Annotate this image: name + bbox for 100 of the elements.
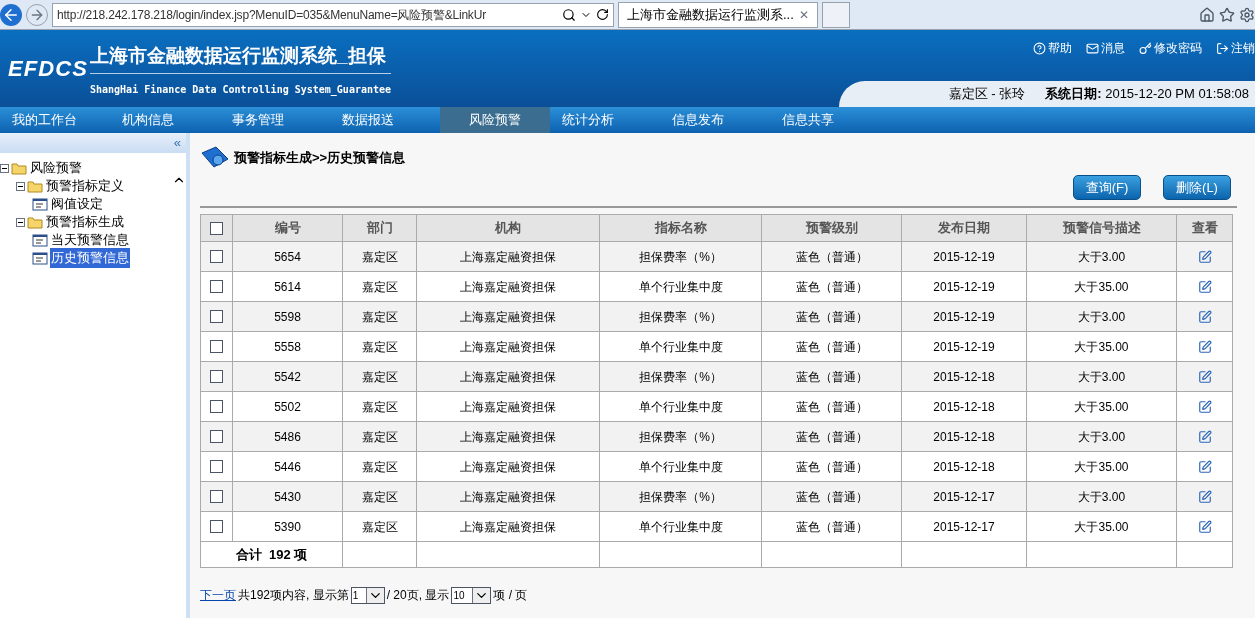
table-cell: 嘉定区 <box>342 421 417 452</box>
table-cell: 2015-12-19 <box>901 241 1027 272</box>
tree-item[interactable]: 阀值设定 <box>50 194 104 214</box>
breadcrumb: 预警指标生成>>历史预警信息 <box>234 149 406 168</box>
page-size-select[interactable]: 10 <box>451 586 492 604</box>
nav-tab[interactable]: 事务管理 <box>220 107 330 133</box>
table-cell: 5598 <box>232 301 343 332</box>
tree-item[interactable]: 预警指标生成 <box>45 212 125 232</box>
table-cell: 蓝色（普通） <box>761 361 902 392</box>
table-cell: 2015-12-18 <box>901 391 1027 422</box>
edit-icon[interactable] <box>1197 520 1212 535</box>
tree-toggle-icon[interactable] <box>16 217 25 227</box>
nav-tab[interactable]: 统计分析 <box>550 107 660 133</box>
address-bar[interactable]: http://218.242.178.218/login/index.jsp?MenuID=035&MenuName=风险预警&LinkUr <box>52 2 614 27</box>
nav-tab[interactable]: 机构信息 <box>110 107 220 133</box>
edit-icon[interactable] <box>1197 490 1212 505</box>
header-link[interactable]: 注销 <box>1216 39 1255 57</box>
table-cell: 上海嘉定融资担保 <box>416 511 600 542</box>
edit-icon[interactable] <box>1197 280 1212 295</box>
table-cell: 嘉定区 <box>342 301 417 332</box>
table-cell: 上海嘉定融资担保 <box>416 271 600 302</box>
user-label: 嘉定区 - 张玲 <box>948 85 1026 104</box>
tree-item[interactable]: 预警指标定义 <box>45 176 125 196</box>
action-button[interactable]: 删除(L) <box>1163 175 1231 200</box>
next-page-link[interactable]: 下一页 <box>200 586 236 604</box>
tree-item[interactable]: 历史预警信息 <box>50 248 130 268</box>
table-cell: 嘉定区 <box>342 331 417 362</box>
system-title: 上海市金融数据运行监测系统_担保 <box>90 42 392 74</box>
back-icon[interactable] <box>0 3 22 26</box>
edit-icon[interactable] <box>1197 310 1212 325</box>
checkbox[interactable] <box>210 490 223 503</box>
search-icon[interactable] <box>562 7 576 22</box>
edit-icon[interactable] <box>1197 340 1212 355</box>
tree-item[interactable]: 当天预警信息 <box>50 230 130 250</box>
table-cell: 担保费率（%） <box>599 241 762 272</box>
checkbox[interactable] <box>210 460 223 473</box>
table-cell: 嘉定区 <box>342 481 417 512</box>
close-icon[interactable]: ✕ <box>799 5 809 24</box>
edit-icon[interactable] <box>1197 460 1212 475</box>
checkbox[interactable] <box>210 221 223 235</box>
nav-tab[interactable]: 数据报送 <box>330 107 440 133</box>
header-link[interactable]: 消息 <box>1086 39 1125 57</box>
checkbox[interactable] <box>210 280 223 293</box>
edit-icon[interactable] <box>1197 430 1212 445</box>
pagination-text: 项 / 页 <box>493 587 528 604</box>
tree-toggle-icon[interactable] <box>16 181 25 191</box>
column-header: 预警信号描述 <box>1026 214 1177 242</box>
table-cell: 单个行业集中度 <box>599 391 762 422</box>
table-cell: 2015-12-19 <box>901 271 1027 302</box>
checkbox[interactable] <box>210 310 223 323</box>
collapse-button[interactable]: « <box>173 133 181 153</box>
table-cell: 嘉定区 <box>342 271 417 302</box>
browser-tab[interactable]: 上海市金融数据运行监测系... ✕ <box>618 1 818 28</box>
action-button[interactable]: 查询(F) <box>1073 175 1141 200</box>
page-select[interactable]: 1 <box>350 586 385 604</box>
table-cell: 5390 <box>232 511 343 542</box>
nav-tab[interactable]: 我的工作台 <box>0 107 110 133</box>
folder-icon <box>27 215 43 229</box>
tree-toggle-icon[interactable] <box>0 163 9 173</box>
total-cell: 合计 192 项 <box>200 541 343 568</box>
folder-icon <box>11 161 27 175</box>
table-cell: 2015-12-17 <box>901 481 1027 512</box>
refresh-icon[interactable] <box>596 8 609 21</box>
nav-tab[interactable]: 信息发布 <box>660 107 770 133</box>
header-link[interactable]: 帮助 <box>1033 39 1072 57</box>
nav-tab[interactable]: 风险预警 <box>440 107 550 133</box>
table-cell: 5446 <box>232 451 343 482</box>
table-cell: 蓝色（普通） <box>761 241 902 272</box>
table-cell: 担保费率（%） <box>599 301 762 332</box>
table-cell: 2015-12-19 <box>901 301 1027 332</box>
table-cell: 嘉定区 <box>342 511 417 542</box>
checkbox[interactable] <box>210 250 223 263</box>
edit-icon[interactable] <box>1197 370 1212 385</box>
edit-icon[interactable] <box>1197 400 1212 415</box>
edit-icon[interactable] <box>1197 250 1212 265</box>
table-cell: 2015-12-19 <box>901 331 1027 362</box>
checkbox[interactable] <box>210 370 223 383</box>
checkbox[interactable] <box>210 340 223 353</box>
checkbox[interactable] <box>210 430 223 443</box>
table-cell: 担保费率（%） <box>599 361 762 392</box>
table-cell: 蓝色（普通） <box>761 421 902 452</box>
checkbox[interactable] <box>210 400 223 413</box>
column-header: 指标名称 <box>599 214 762 242</box>
table-cell: 大于35.00 <box>1026 391 1177 422</box>
tree-item[interactable]: 风险预警 <box>29 158 83 178</box>
table-cell: 大于3.00 <box>1026 361 1177 392</box>
column-header: 部门 <box>342 214 417 242</box>
star-icon[interactable] <box>1219 6 1235 23</box>
checkbox[interactable] <box>210 520 223 533</box>
table-cell: 5654 <box>232 241 343 272</box>
table-cell: 蓝色（普通） <box>761 391 902 422</box>
table-cell: 5430 <box>232 481 343 512</box>
home-icon[interactable] <box>1199 6 1215 23</box>
table-cell: 担保费率（%） <box>599 481 762 512</box>
table-cell: 上海嘉定融资担保 <box>416 481 600 512</box>
settings-icon[interactable] <box>1239 6 1255 23</box>
help-icon <box>1033 41 1046 55</box>
table-cell: 嘉定区 <box>342 391 417 422</box>
nav-tab[interactable]: 信息共享 <box>770 107 880 133</box>
header-link[interactable]: 修改密码 <box>1139 39 1202 57</box>
